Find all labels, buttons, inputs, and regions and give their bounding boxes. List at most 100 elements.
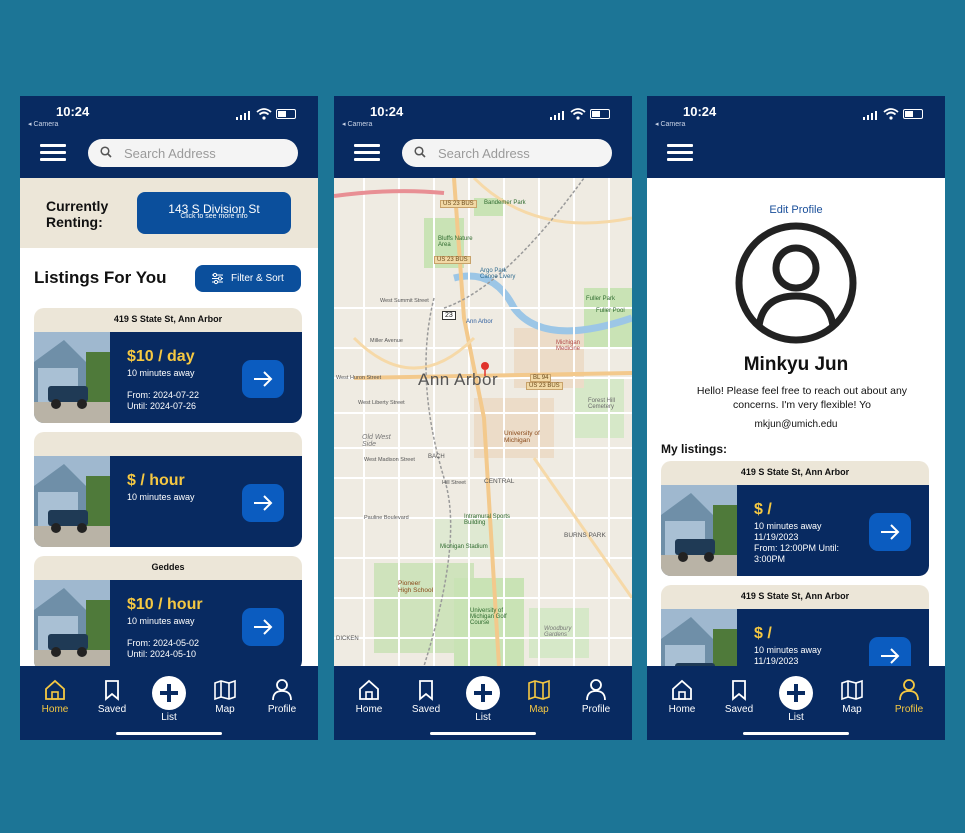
signal-icon	[550, 110, 564, 120]
listing-card[interactable]: Geddes $10 / hour 10 minutes away From: …	[34, 556, 302, 671]
search-bar[interactable]: Search Address	[88, 139, 298, 167]
map-label-bandemer: Bandemer Park	[484, 200, 526, 206]
open-listing-button[interactable]	[242, 484, 284, 522]
map-view[interactable]: Ann Arbor Bandemer Park Bluffs Nature Ar…	[334, 178, 632, 666]
nav-profile[interactable]: Profile	[884, 678, 934, 715]
listing-address: 419 S State St, Ann Arbor	[740, 467, 850, 477]
menu-icon[interactable]	[354, 144, 380, 162]
home-icon	[359, 679, 379, 700]
nav-map[interactable]: Map	[200, 678, 250, 715]
map-label-fuller-pool: Fuller Pool	[596, 308, 625, 314]
nav-list-label: List	[788, 712, 804, 723]
nav-map[interactable]: Map	[514, 678, 564, 715]
open-listing-button[interactable]	[242, 360, 284, 398]
nav-saved-label: Saved	[97, 704, 127, 715]
listing-photo	[34, 580, 110, 671]
status-time: 10:24	[370, 104, 404, 119]
user-icon	[586, 679, 606, 701]
wifi-icon	[570, 108, 586, 120]
menu-icon[interactable]	[667, 144, 693, 162]
nav-home-label: Home	[668, 704, 696, 715]
listings-section-title: Listings For You	[34, 268, 167, 287]
bookmark-icon	[732, 680, 746, 701]
listing-address: Geddes	[151, 562, 185, 572]
nav-list[interactable]: List	[458, 676, 508, 723]
currently-renting-banner: Currently Renting: 143 S Division St Cli…	[20, 178, 318, 248]
plus-icon	[466, 676, 500, 710]
battery-icon	[903, 109, 923, 119]
map-route-tag: US 23 BUS	[526, 382, 563, 390]
plus-icon	[152, 676, 186, 710]
open-listing-button[interactable]	[242, 608, 284, 646]
my-listing-card[interactable]: 419 S State St, Ann Arbor $ / 10 minutes…	[661, 461, 929, 576]
nav-home[interactable]: Home	[657, 678, 707, 715]
search-icon	[100, 146, 112, 158]
filter-sort-button[interactable]: Filter & Sort	[195, 265, 301, 292]
status-back-camera[interactable]: ◂ Camera	[28, 120, 58, 128]
nav-saved-label: Saved	[411, 704, 441, 715]
search-bar[interactable]: Search Address	[402, 139, 612, 167]
plus-icon	[779, 676, 813, 710]
home-indicator	[430, 732, 536, 735]
listing-body: $ / 10 minutes away 11/19/2023 From: 12:…	[661, 485, 929, 576]
listing-card[interactable]: 419 S State St, Ann Arbor $10 / day 10 m…	[34, 308, 302, 423]
listing-address: 419 S State St, Ann Arbor	[113, 314, 223, 324]
arrow-right-icon	[254, 371, 273, 387]
home-indicator	[116, 732, 222, 735]
map-base	[334, 178, 632, 666]
arrow-right-icon	[881, 648, 900, 664]
edit-profile-link[interactable]: Edit Profile	[647, 204, 945, 216]
nav-profile[interactable]: Profile	[571, 678, 621, 715]
open-listing-button[interactable]	[869, 513, 911, 551]
listing-card[interactable]: $ / hour 10 minutes away	[34, 432, 302, 547]
status-time: 10:24	[683, 104, 717, 119]
listing-distance: 10 minutes away	[127, 492, 195, 502]
nav-home[interactable]: Home	[30, 678, 80, 715]
map-city-label: Ann Arbor	[418, 370, 499, 389]
map-label-argo: Argo Park Canoe Livery	[480, 268, 516, 280]
map-route-tag: BL 94	[530, 374, 552, 382]
menu-icon[interactable]	[40, 144, 66, 162]
nav-home[interactable]: Home	[344, 678, 394, 715]
home-screen: 10:24 ◂ Camera Search Address Currently …	[20, 96, 318, 740]
map-label-stadium: Michigan Stadium	[440, 544, 488, 550]
nav-saved[interactable]: Saved	[714, 678, 764, 715]
map-label-central: CENTRAL	[484, 478, 515, 485]
listing-from-date: From: 2024-05-02	[127, 638, 200, 648]
listing-photo	[661, 485, 737, 576]
current-rental-button[interactable]: 143 S Division St Click to see more info	[137, 192, 291, 234]
profile-name: Minkyu Jun	[743, 354, 849, 375]
arrow-right-icon	[254, 619, 273, 635]
nav-profile[interactable]: Profile	[257, 678, 307, 715]
status-icons	[863, 108, 925, 120]
nav-saved-label: Saved	[724, 704, 754, 715]
profile-bio: Hello! Please feel free to reach out abo…	[696, 385, 908, 411]
nav-saved[interactable]: Saved	[87, 678, 137, 715]
map-icon	[528, 679, 550, 701]
arrow-right-icon	[254, 495, 273, 511]
listing-from-date: From: 2024-07-22	[127, 390, 200, 400]
nav-saved[interactable]: Saved	[401, 678, 451, 715]
nav-map[interactable]: Map	[827, 678, 877, 715]
listing-price: $ / hour	[127, 472, 185, 489]
listing-price: $ /	[754, 625, 772, 642]
listing-date: 11/19/2023	[754, 532, 799, 542]
profile-email: mkjun@umich.edu	[754, 419, 838, 430]
home-indicator	[743, 732, 849, 735]
status-back-camera[interactable]: ◂ Camera	[342, 120, 372, 128]
map-screen: 10:24 ◂ Camera Search Address Ann Arbor …	[334, 96, 632, 740]
nav-profile-label: Profile	[581, 704, 611, 715]
nav-list[interactable]: List	[771, 676, 821, 723]
nav-list-label: List	[161, 712, 177, 723]
status-back-camera[interactable]: ◂ Camera	[655, 120, 685, 128]
nav-map-label: Map	[529, 704, 549, 715]
battery-icon	[590, 109, 610, 119]
nav-list-label: List	[475, 712, 491, 723]
nav-list[interactable]: List	[144, 676, 194, 723]
map-label-summit: West Summit Street	[380, 298, 429, 304]
map-label-old-west: Old West Side	[362, 434, 391, 448]
listing-until-date: Until: 2024-07-26	[127, 401, 197, 411]
listing-time: From: 12:00PM Until: 3:00PM	[754, 543, 840, 564]
map-label-sports: Intramural Sports Building	[464, 514, 511, 526]
bottom-nav: Home Saved List Map Profile	[647, 666, 945, 740]
